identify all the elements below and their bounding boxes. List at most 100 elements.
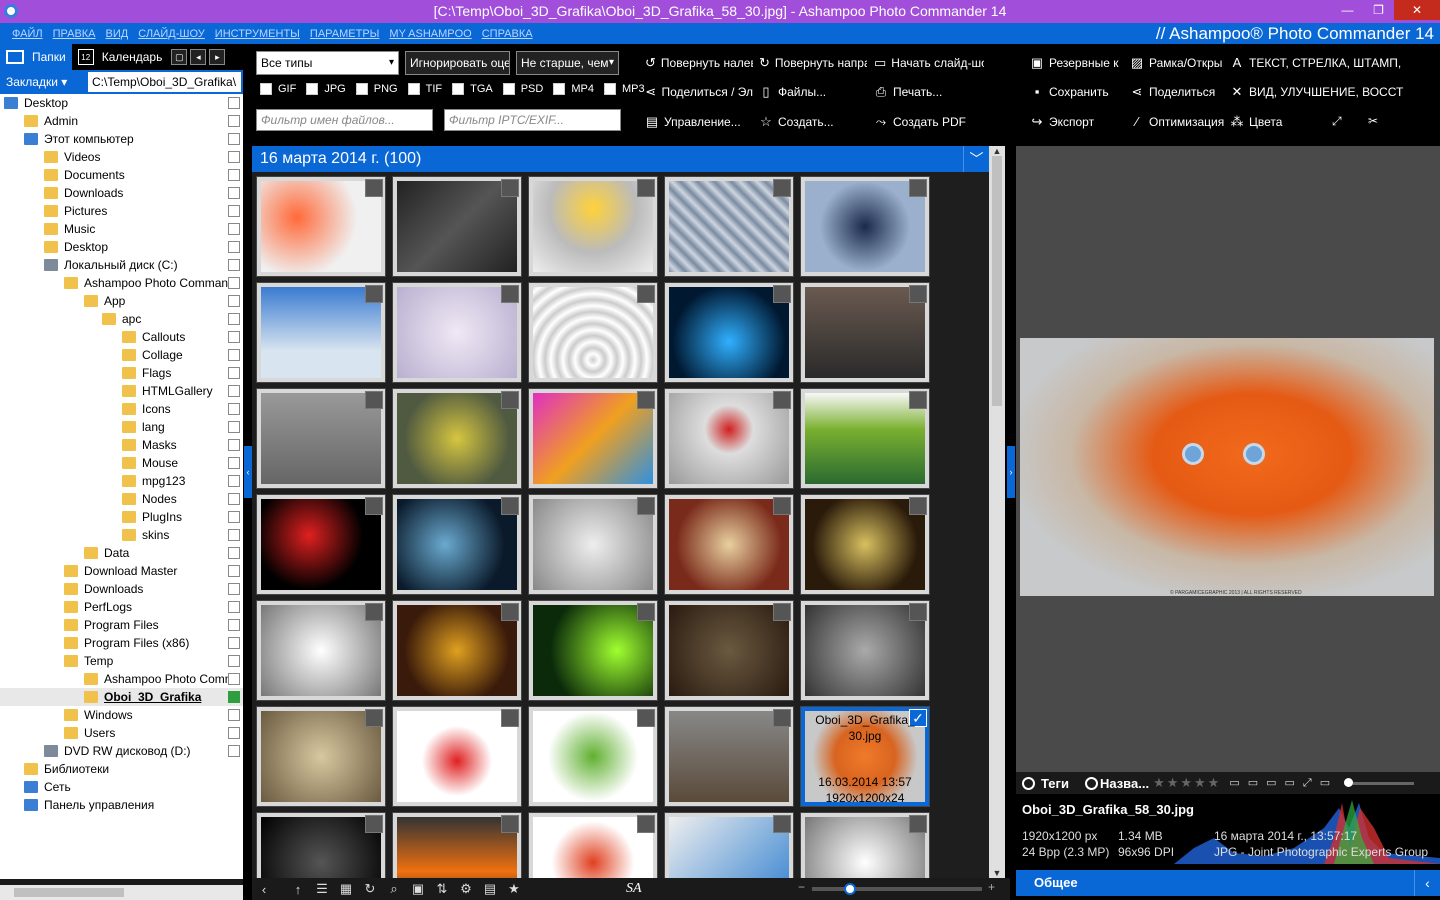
thumbnail-checkbox[interactable]	[773, 815, 791, 833]
tree-item[interactable]: Downloads	[0, 184, 243, 202]
thumbnail-checkbox[interactable]	[909, 815, 927, 833]
thumbnail-selected[interactable]: ✓ Oboi_3D_Grafika_ 30.jpg 16.03.2014 13:57 1…	[800, 706, 930, 807]
tree-item-checkbox[interactable]	[228, 277, 240, 289]
tree-item-checkbox[interactable]	[228, 295, 240, 307]
zoom-out-icon[interactable]: −	[798, 880, 805, 894]
tree-item[interactable]: mpg123	[0, 472, 243, 490]
tree-item[interactable]: Oboi_3D_Grafika	[0, 688, 243, 706]
maximize-button[interactable]: ❐	[1363, 0, 1394, 20]
thumbnail[interactable]	[664, 388, 794, 489]
tree-item-checkbox[interactable]	[228, 673, 240, 685]
thumbnail[interactable]	[528, 812, 658, 878]
tree-item[interactable]: Download Master	[0, 562, 243, 580]
thumbnail-checkbox[interactable]	[637, 391, 655, 409]
left-collapse-handle[interactable]: ‹	[244, 446, 252, 498]
tree-item[interactable]: Icons	[0, 400, 243, 418]
thumbnail-checkbox[interactable]	[773, 497, 791, 515]
close-button[interactable]: ✕	[1394, 0, 1440, 20]
tree-item[interactable]: PlugIns	[0, 508, 243, 526]
tree-item[interactable]: apc	[0, 310, 243, 328]
scroll-up-icon[interactable]: ▲	[989, 146, 1005, 156]
rating-select[interactable]: Игнорировать оцен	[405, 51, 510, 75]
filetype-checkbox-jpg[interactable]: JPG	[306, 83, 346, 95]
thumbnail[interactable]	[392, 176, 522, 277]
tree-item[interactable]: Локальный диск (C:)	[0, 256, 243, 274]
thumbnail-checkbox[interactable]	[773, 285, 791, 303]
tree-item[interactable]: DVD RW дисковод (D:)	[0, 742, 243, 760]
tree-item[interactable]: skins	[0, 526, 243, 544]
tree-item[interactable]: Temp	[0, 652, 243, 670]
tree-item[interactable]: Downloads	[0, 580, 243, 598]
thumbnail-checkbox[interactable]	[501, 709, 519, 727]
tree-item[interactable]: Сеть	[0, 778, 243, 796]
tree-item-checkbox[interactable]	[228, 637, 240, 649]
general-section-header[interactable]: Общее ‹	[1016, 870, 1440, 896]
tree-item[interactable]: Этот компьютер	[0, 130, 243, 148]
tree-item-checkbox[interactable]	[228, 349, 240, 361]
nav-forward-icon[interactable]: ▸	[209, 49, 226, 65]
thumbnail-checkbox[interactable]	[365, 285, 383, 303]
tree-item-checkbox[interactable]	[228, 385, 240, 397]
frame-button[interactable]: ▨ Рамка/Откры	[1130, 55, 1228, 71]
back-icon[interactable]: ‹	[252, 882, 276, 897]
panel-expand-chevron-icon[interactable]: ‹	[1414, 870, 1440, 896]
thumbnail[interactable]	[664, 812, 794, 878]
tree-item-checkbox[interactable]	[228, 475, 240, 487]
filetype-checkbox-mp4[interactable]: MP4	[553, 83, 594, 95]
thumbnail[interactable]	[800, 176, 930, 277]
thumbnail[interactable]	[800, 812, 930, 878]
filename-filter-input[interactable]: Фильтр имен файлов...	[256, 109, 433, 131]
tree-item-checkbox[interactable]	[228, 313, 240, 325]
zoom-in-icon[interactable]: +	[988, 880, 995, 894]
tree-item-checkbox[interactable]	[228, 691, 240, 703]
tree-item-checkbox[interactable]	[228, 565, 240, 577]
view-enhance-button[interactable]: ✕ ВИД, УЛУЧШЕНИЕ, ВОССТ	[1230, 84, 1438, 100]
menu-file[interactable]: ФАЙЛ	[12, 28, 43, 40]
thumbnail[interactable]	[528, 600, 658, 701]
new-folder-icon[interactable]: ▣	[406, 881, 430, 897]
tree-item-checkbox[interactable]	[228, 439, 240, 451]
tree-item-checkbox[interactable]	[228, 709, 240, 721]
thumbnail[interactable]	[800, 282, 930, 383]
thumbnail[interactable]	[528, 706, 658, 807]
thumbnail[interactable]	[256, 706, 386, 807]
collapse-chevron-icon[interactable]: ﹀	[963, 146, 989, 172]
tree-item-checkbox[interactable]	[228, 403, 240, 415]
date-group-header[interactable]: 16 марта 2014 г. (100) ﹀	[252, 146, 989, 172]
thumbnail-checkbox[interactable]	[501, 285, 519, 303]
tree-item-checkbox[interactable]	[228, 259, 240, 271]
thumbnail-checkbox[interactable]	[501, 603, 519, 621]
thumbnails-icon[interactable]: ▦	[334, 881, 358, 897]
tree-item-checkbox[interactable]	[228, 187, 240, 199]
thumbnail[interactable]	[256, 812, 386, 878]
thumbnail-checkbox[interactable]	[909, 285, 927, 303]
tree-item-checkbox[interactable]	[228, 421, 240, 433]
menu-view[interactable]: ВИД	[106, 28, 129, 40]
thumbnail[interactable]	[392, 812, 522, 878]
thumbnail-checkbox[interactable]	[501, 815, 519, 833]
tree-item[interactable]: lang	[0, 418, 243, 436]
menu-edit[interactable]: ПРАВКА	[53, 28, 96, 40]
thumbnail-checkbox[interactable]	[637, 285, 655, 303]
thumbnail-checkbox[interactable]	[909, 391, 927, 409]
rating-filter-icon[interactable]: ★	[502, 881, 526, 897]
tree-item[interactable]: Callouts	[0, 328, 243, 346]
create-button[interactable]: ☆ Создать...	[759, 114, 867, 130]
thumbnail-checkbox[interactable]	[365, 709, 383, 727]
thumbnail[interactable]	[256, 600, 386, 701]
thumbnail-checkbox[interactable]	[773, 709, 791, 727]
tree-item-checkbox[interactable]	[228, 727, 240, 739]
tree-item[interactable]: Nodes	[0, 490, 243, 508]
image-preview[interactable]: © PARGAMICEGRAPHIC 2013 | ALL RIGHTS RES…	[1016, 146, 1440, 772]
thumbnail-checkbox[interactable]	[365, 179, 383, 197]
view-details-icon[interactable]: ☰	[310, 881, 334, 897]
menu-help[interactable]: СПРАВКА	[482, 28, 533, 40]
scroll-down-icon[interactable]: ▼	[989, 868, 1005, 878]
tree-item[interactable]: Videos	[0, 148, 243, 166]
tree-item[interactable]: App	[0, 292, 243, 310]
thumbnail-checkbox[interactable]	[365, 497, 383, 515]
panel-toggle-icon[interactable]: ▢	[171, 49, 188, 65]
thumbnail[interactable]	[256, 282, 386, 383]
thumbnail-checkbox[interactable]	[637, 709, 655, 727]
tree-item-checkbox[interactable]	[228, 331, 240, 343]
